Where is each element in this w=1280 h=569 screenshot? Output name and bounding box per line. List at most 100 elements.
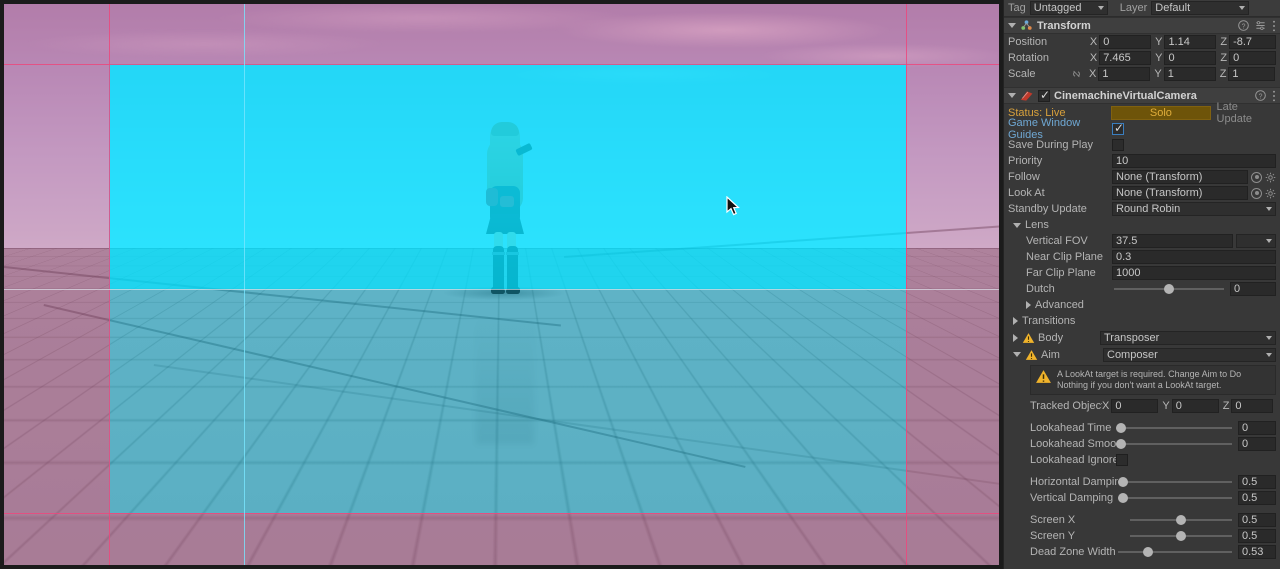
screen-y-guide-line [4, 289, 999, 290]
layer-dropdown[interactable]: Default [1151, 1, 1250, 15]
mouse-cursor [726, 196, 740, 216]
constrain-proportions-icon[interactable] [1070, 69, 1083, 79]
rotation-y-input[interactable]: 0 [1164, 51, 1217, 65]
dead-zone-width-slider-knob[interactable] [1142, 547, 1153, 557]
svg-text:?: ? [1259, 93, 1263, 100]
help-icon[interactable]: ? [1238, 20, 1249, 31]
tracked-offset-y-input[interactable]: 0 [1171, 399, 1219, 413]
screen-y-input[interactable]: 0.5 [1238, 529, 1276, 543]
lens-foldout-icon[interactable] [1013, 222, 1021, 228]
lookahead-time-slider[interactable] [1116, 423, 1232, 433]
horizontal-damping-slider[interactable] [1118, 477, 1232, 487]
game-window-guides-checkbox[interactable] [1112, 121, 1124, 135]
inspector-panel[interactable]: Tag Untagged Layer Default Transform ? P… [1003, 0, 1280, 569]
rendered-scene [4, 4, 999, 565]
vertical-fov-input[interactable]: 37.5 [1112, 234, 1233, 248]
look-at-settings-gear-icon[interactable] [1265, 188, 1276, 199]
priority-input[interactable]: 10 [1112, 154, 1276, 168]
lookahead-ignore-checkbox[interactable] [1116, 454, 1128, 466]
screen-x-input[interactable]: 0.5 [1238, 513, 1276, 527]
look-at-object-picker-icon[interactable] [1251, 187, 1262, 199]
far-clip-input[interactable]: 1000 [1112, 266, 1276, 280]
transform-foldout-icon[interactable] [1008, 23, 1016, 28]
transform-title: Transform [1037, 19, 1091, 32]
fov-preset-dropdown[interactable] [1236, 234, 1276, 248]
lookahead-smoothing-slider-knob[interactable] [1116, 439, 1126, 449]
position-z-input[interactable]: -8.7 [1229, 35, 1276, 49]
tag-dropdown[interactable]: Untagged [1029, 1, 1108, 15]
horizontal-damping-label: Horizontal Dampin [1030, 476, 1118, 488]
transitions-foldout-row[interactable]: Transitions [1004, 313, 1280, 329]
vertical-damping-row: Vertical Damping 0.5 [1004, 490, 1280, 506]
cinemachine-title: CinemachineVirtualCamera [1054, 89, 1197, 102]
dutch-slider-knob[interactable] [1164, 284, 1174, 294]
cinemachine-foldout-icon[interactable] [1008, 93, 1016, 98]
rotation-z-input[interactable]: 0 [1229, 51, 1276, 65]
screen-y-slider-knob[interactable] [1176, 531, 1186, 541]
layer-value: Default [1155, 2, 1191, 14]
horizontal-damping-input[interactable]: 0.5 [1238, 475, 1276, 489]
scale-y-input[interactable]: 1 [1163, 67, 1216, 81]
scale-x-input[interactable]: 1 [1098, 67, 1151, 81]
follow-object-picker-icon[interactable] [1251, 171, 1262, 183]
dutch-input[interactable]: 0 [1230, 282, 1276, 296]
vertical-fov-row: Vertical FOV 37.5 [1004, 233, 1280, 249]
advanced-foldout-row[interactable]: Advanced [1004, 297, 1280, 313]
dead-zone-width-input[interactable]: 0.53 [1238, 545, 1276, 559]
screen-x-slider[interactable] [1130, 515, 1232, 525]
lookahead-time-input[interactable]: 0 [1238, 421, 1276, 435]
vertical-damping-slider[interactable] [1118, 493, 1232, 503]
follow-object-field[interactable]: None (Transform) [1112, 170, 1248, 184]
position-x-input[interactable]: 0 [1099, 35, 1152, 49]
rotation-x-axis-label: X [1089, 52, 1098, 64]
body-dropdown[interactable]: Transposer [1100, 330, 1276, 345]
screen-x-slider-knob[interactable] [1176, 515, 1186, 525]
help-icon[interactable]: ? [1255, 90, 1266, 101]
lookahead-time-slider-knob[interactable] [1116, 423, 1126, 433]
transform-component-header[interactable]: Transform ? [1004, 17, 1280, 34]
body-foldout-icon[interactable] [1013, 333, 1018, 342]
near-clip-input[interactable]: 0.3 [1112, 250, 1276, 264]
transitions-foldout-icon[interactable] [1013, 317, 1018, 325]
save-during-play-label: Save During Play [1008, 139, 1093, 151]
dead-zone-width-slider[interactable] [1118, 547, 1232, 557]
scale-z-input[interactable]: 1 [1228, 67, 1276, 81]
screen-y-slider[interactable] [1130, 531, 1232, 541]
dead-zone-width-row: Dead Zone Width 0.53 [1004, 544, 1280, 560]
hard-limit-zone-top [4, 4, 999, 64]
dutch-slider[interactable] [1114, 284, 1224, 294]
game-viewport[interactable] [0, 0, 1003, 569]
lens-foldout-row[interactable]: Lens [1004, 217, 1280, 233]
lookahead-smoothing-slider[interactable] [1116, 439, 1232, 449]
follow-settings-gear-icon[interactable] [1265, 172, 1276, 183]
cinemachine-icon [1020, 90, 1033, 101]
aim-dropdown[interactable]: Composer [1103, 347, 1276, 362]
near-clip-row: Near Clip Plane 0.3 [1004, 249, 1280, 265]
tracked-offset-x-input[interactable]: 0 [1111, 399, 1159, 413]
lookahead-smoothing-row: Lookahead Smoothi 0 [1004, 436, 1280, 452]
lookahead-smoothing-input[interactable]: 0 [1238, 437, 1276, 451]
tracked-offset-z-input[interactable]: 0 [1231, 399, 1274, 413]
position-y-input[interactable]: 1.14 [1164, 35, 1217, 49]
look-at-object-field[interactable]: None (Transform) [1112, 186, 1248, 200]
aim-foldout-icon[interactable] [1013, 352, 1021, 357]
hard-limit-line-top [4, 64, 999, 65]
kebab-menu-icon[interactable] [1272, 20, 1276, 32]
advanced-foldout-icon[interactable] [1026, 301, 1031, 309]
standby-update-dropdown[interactable]: Round Robin [1112, 202, 1276, 216]
vertical-damping-input[interactable]: 0.5 [1238, 491, 1276, 505]
rotation-x-input[interactable]: 7.465 [1099, 51, 1152, 65]
preset-icon[interactable] [1255, 20, 1266, 31]
warning-icon [1036, 370, 1051, 383]
standby-update-value: Round Robin [1116, 203, 1181, 215]
cinemachine-enabled-checkbox[interactable] [1038, 88, 1050, 102]
position-label: Position [1008, 36, 1048, 48]
horizontal-damping-slider-knob[interactable] [1118, 477, 1128, 487]
tag-value: Untagged [1033, 2, 1082, 14]
vertical-damping-slider-knob[interactable] [1118, 493, 1128, 503]
save-during-play-checkbox[interactable] [1112, 139, 1124, 151]
update-mode-label: Late Update [1216, 100, 1252, 125]
solo-button[interactable]: Solo [1111, 105, 1211, 120]
lens-label: Lens [1025, 219, 1049, 231]
tag-label: Tag [1008, 2, 1026, 14]
